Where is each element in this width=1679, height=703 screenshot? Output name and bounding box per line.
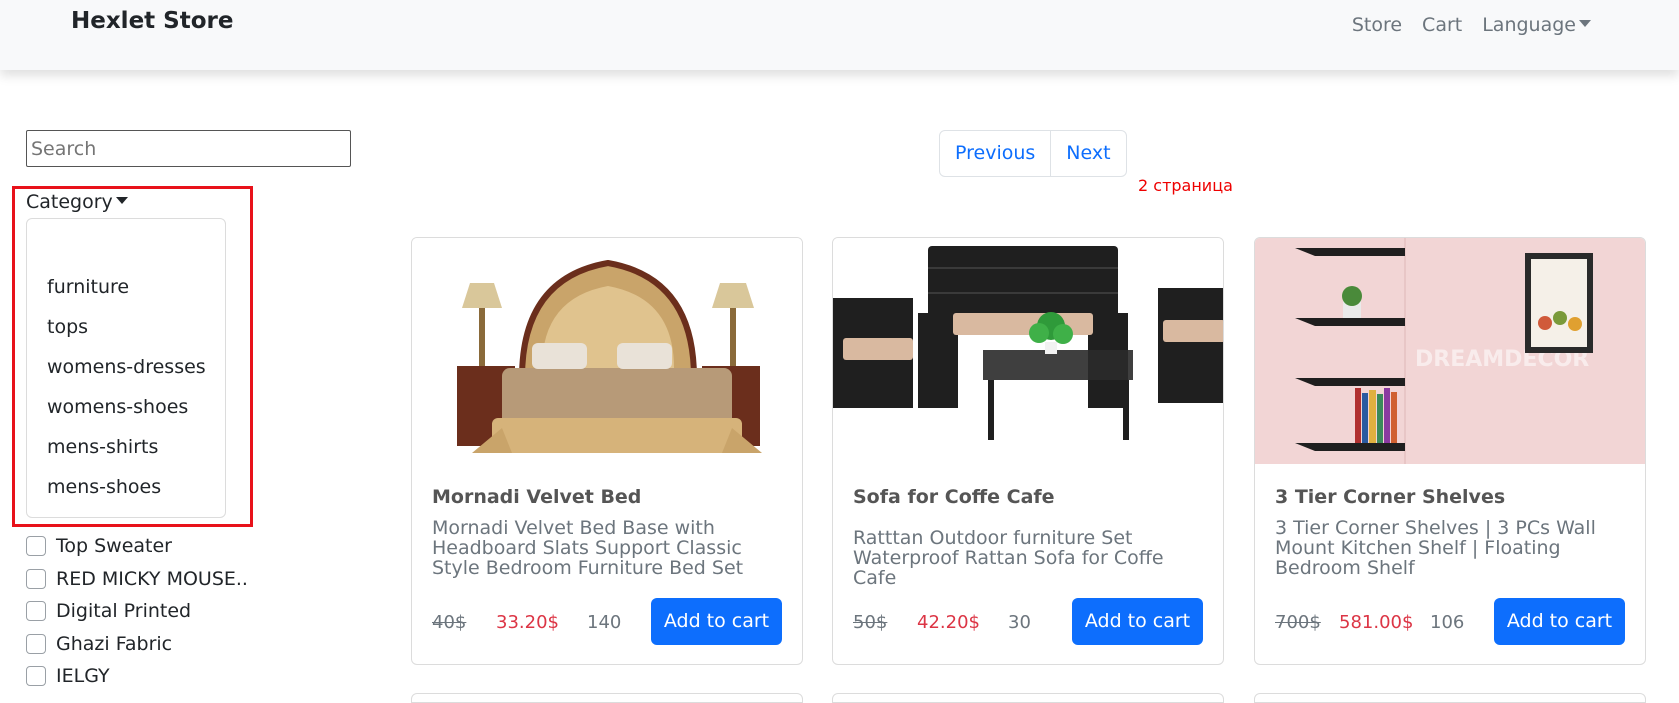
chevron-down-icon [1579,20,1591,27]
filter-item[interactable]: Digital Printed [26,595,248,628]
product-card [411,693,803,703]
bed-image [412,238,802,464]
filter-item[interactable]: Top Sweater [26,530,248,563]
filter-item[interactable]: RED MICKY MOUSE.. [26,563,248,596]
product-title: 3 Tier Corner Shelves [1275,486,1506,508]
filter-item[interactable]: Ghazi Fabric [26,628,248,661]
category-option-womens-dresses[interactable]: womens-dresses [47,355,206,395]
product-price: 42.20$ [917,612,980,633]
product-card [1254,693,1646,703]
product-price: 581.00$ [1339,612,1414,633]
category-options: furniture tops womens-dresses womens-sho… [47,275,206,515]
nav-language-dropdown[interactable]: Language [1482,14,1591,36]
product-card [832,693,1224,703]
product-title: Mornadi Velvet Bed [432,486,642,508]
product-card: Sofa for Coffe Cafe Ratttan Outdoor furn… [832,237,1224,665]
nav-store-link[interactable]: Store [1352,14,1402,36]
add-to-cart-button[interactable]: Add to cart [1494,598,1625,645]
pagination: Previous Next [939,130,1127,177]
filter-label: Top Sweater [56,535,172,558]
product-image[interactable] [833,238,1223,464]
product-stock: 106 [1430,612,1465,633]
add-to-cart-button[interactable]: Add to cart [651,598,782,645]
nav-links: Store Cart Language [1352,14,1591,36]
current-page-label: 2 страница [1138,176,1233,195]
category-option-tops[interactable]: tops [47,315,206,355]
category-option-mens-shirts[interactable]: mens-shirts [47,435,206,475]
search-input[interactable] [26,130,351,167]
product-price: 33.20$ [496,612,559,633]
sofa-image [833,238,1223,464]
filter-checkbox[interactable] [26,601,46,622]
category-option-furniture[interactable]: furniture [47,275,206,315]
category-dropdown-menu: furniture tops womens-dresses womens-sho… [26,218,226,518]
previous-page-button[interactable]: Previous [940,131,1050,176]
shelves-image: DREAMDECOR [1255,238,1645,464]
product-card: Mornadi Velvet Bed Mornadi Velvet Bed Ba… [411,237,803,665]
product-description: Ratttan Outdoor furniture Set Waterproof… [853,527,1164,589]
brand-filter-list: Top Sweater RED MICKY MOUSE.. Digital Pr… [26,530,248,693]
filter-checkbox[interactable] [26,568,46,589]
product-old-price: 40$ [432,612,467,633]
category-option-womens-shoes[interactable]: womens-shoes [47,395,206,435]
add-to-cart-button[interactable]: Add to cart [1072,598,1203,645]
filter-label: IELGY [56,665,110,688]
product-image[interactable] [412,238,802,464]
filter-checkbox[interactable] [26,666,46,687]
filter-label: Digital Printed [56,600,192,623]
product-title: Sofa for Coffe Cafe [853,486,1055,508]
next-page-button[interactable]: Next [1050,131,1125,176]
filter-item[interactable]: IELGY [26,660,248,693]
product-stock: 30 [1008,612,1031,633]
product-image[interactable]: DREAMDECOR [1255,238,1645,464]
product-description: 3 Tier Corner Shelves | 3 PCs Wall Mount… [1275,517,1596,579]
filter-label: RED MICKY MOUSE.. [56,567,248,590]
navbar: Hexlet Store Store Cart Language [0,0,1679,70]
filter-label: Ghazi Fabric [56,632,173,655]
filter-checkbox[interactable] [26,633,46,654]
product-card: DREAMDECOR 3 Tier Corner Shelves 3 Tier … [1254,237,1646,665]
nav-cart-link[interactable]: Cart [1422,14,1462,36]
category-option-mens-shoes[interactable]: mens-shoes [47,475,206,515]
brand-logo[interactable]: Hexlet Store [71,8,233,34]
product-old-price: 700$ [1275,612,1321,633]
product-stock: 140 [587,612,622,633]
nav-language-label: Language [1482,14,1576,36]
product-description: Mornadi Velvet Bed Base with Headboard S… [432,517,744,579]
category-dropdown-toggle[interactable]: Category [26,191,128,213]
filter-checkbox[interactable] [26,536,46,557]
category-label: Category [26,191,113,213]
chevron-down-icon [115,197,128,204]
product-old-price: 50$ [853,612,888,633]
